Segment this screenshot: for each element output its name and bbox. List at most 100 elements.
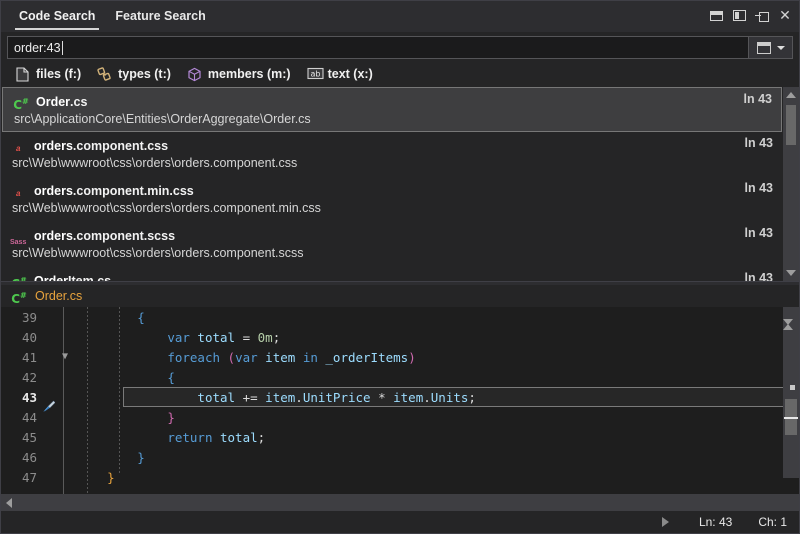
types-icon: [97, 67, 112, 82]
line-number-42: 42: [1, 370, 41, 385]
preview-pane: C# Order.cs 39 {40 var total = 0m; 41 ▼ fo…: [1, 285, 799, 511]
search-options-button[interactable]: [748, 37, 792, 58]
tab-code-search-label: Code Search: [19, 9, 95, 23]
code-search-window: Code Search Feature Search ✕ order:43: [0, 0, 800, 534]
css-icon: a: [11, 138, 27, 154]
scss-icon: Sass: [11, 228, 27, 244]
results-scrollbar[interactable]: [783, 87, 799, 281]
code-line-40: 40 var total = 0m;: [1, 327, 799, 347]
listbox-icon: [757, 42, 771, 54]
css-icon: a: [11, 183, 27, 199]
tab-code-search[interactable]: Code Search: [9, 1, 105, 32]
result-name-2: orders.component.min.css: [34, 184, 194, 198]
close-icon: ✕: [779, 10, 791, 22]
result-row-2[interactable]: a orders.component.min.css src\Web\wwwro…: [1, 177, 783, 222]
code-text-44: }: [73, 410, 175, 425]
line-number-45: 45: [1, 430, 41, 445]
filter-types-label: types (t:): [118, 67, 171, 81]
code-text-39: {: [73, 310, 145, 325]
editor-scrollbar[interactable]: [783, 307, 799, 478]
status-char: Ch: 1: [758, 515, 787, 529]
code-line-42: 42 {: [1, 367, 799, 387]
tab-feature-search[interactable]: Feature Search: [105, 1, 215, 32]
filter-bar: files (f:) types (t:) members (m:) ab te…: [1, 61, 799, 87]
status-line: Ln: 43: [699, 515, 732, 529]
result-name-4: OrderItem.cs: [34, 274, 111, 282]
code-line-47: 47 }: [1, 467, 799, 487]
window-controls: ✕: [708, 8, 793, 23]
triangle-up-icon: [786, 92, 796, 98]
filter-files[interactable]: files (f:): [15, 67, 81, 82]
play-icon: [662, 517, 669, 527]
hscroll-left-button[interactable]: [1, 498, 17, 508]
code-text-41: foreach (var item in _orderItems): [73, 350, 416, 365]
bookmark-icon: [42, 400, 55, 413]
line-number-44: 44: [1, 410, 41, 425]
line-number-39: 39: [1, 310, 41, 325]
line-number-47: 47: [1, 470, 41, 485]
search-results-list: C# Order.cs src\ApplicationCore\Entities…: [1, 87, 799, 281]
preview-header: C# Order.cs: [1, 285, 799, 307]
editor-scroll-down[interactable]: [783, 325, 799, 343]
filter-text[interactable]: ab text (x:): [307, 67, 373, 82]
window-titlebar: Code Search Feature Search ✕: [1, 1, 799, 32]
csharp-icon: C#: [11, 273, 27, 282]
result-line-2: ln 43: [745, 181, 774, 195]
filter-files-label: files (f:): [36, 67, 81, 81]
result-line-4: ln 43: [745, 271, 774, 281]
text-ab-icon: ab: [307, 67, 322, 82]
chevron-down-icon: [777, 46, 785, 50]
editor-horizontal-scrollbar[interactable]: [1, 494, 799, 511]
result-path-2: src\Web\wwwroot\css\orders\orders.compon…: [11, 201, 783, 215]
line-number-40: 40: [1, 330, 41, 345]
code-editor[interactable]: 39 {40 var total = 0m; 41 ▼ foreach (var i…: [1, 307, 799, 494]
pin-icon: [755, 10, 769, 22]
results-scroll-thumb[interactable]: [786, 105, 796, 145]
triangle-down-icon: [786, 270, 796, 276]
split-button[interactable]: [731, 8, 747, 23]
result-row-0[interactable]: C# Order.cs src\ApplicationCore\Entities…: [2, 87, 782, 132]
filter-text-label: text (x:): [328, 67, 373, 81]
csharp-icon: C#: [13, 94, 29, 110]
filter-members-label: members (m:): [208, 67, 291, 81]
search-input-value: order:43: [8, 41, 61, 55]
code-text-42: {: [73, 370, 175, 385]
result-name-3: orders.component.scss: [34, 229, 175, 243]
filter-types[interactable]: types (t:): [97, 67, 171, 82]
text-caret: [62, 41, 63, 55]
result-row-1[interactable]: a orders.component.css src\Web\wwwroot\c…: [1, 132, 783, 177]
search-input[interactable]: order:43: [7, 36, 793, 59]
code-text-45: return total;: [73, 430, 265, 445]
preview-title: Order.cs: [35, 289, 82, 303]
result-name-1: orders.component.css: [34, 139, 168, 153]
filter-members[interactable]: members (m:): [187, 67, 291, 82]
close-button[interactable]: ✕: [777, 8, 793, 23]
search-row: order:43: [1, 32, 799, 61]
line-number-41: 41: [1, 350, 41, 365]
status-bar: Ln: 43 Ch: 1: [1, 511, 799, 533]
svg-text:ab: ab: [310, 69, 320, 78]
caret-position-marker: [784, 417, 798, 419]
scroll-up-button[interactable]: [783, 87, 799, 103]
scroll-down-button[interactable]: [783, 265, 799, 281]
result-path-0: src\ApplicationCore\Entities\OrderAggreg…: [13, 112, 781, 126]
members-cube-icon: [187, 67, 202, 82]
code-area[interactable]: 39 {40 var total = 0m; 41 ▼ foreach (var i…: [1, 307, 799, 494]
code-text-43: total += item.UnitPrice * item.Units;: [73, 390, 476, 405]
pin-button[interactable]: [754, 8, 770, 23]
triangle-down-icon: [783, 319, 793, 342]
result-name-0: Order.cs: [36, 95, 87, 109]
csharp-icon: C#: [11, 288, 27, 304]
code-line-39: 39 {: [1, 307, 799, 327]
result-row-3[interactable]: Sass orders.component.scss src\Web\wwwro…: [1, 222, 783, 267]
triangle-left-icon: [6, 498, 12, 508]
split-icon: [733, 10, 746, 21]
result-row-4[interactable]: C# OrderItem.cs ln 43: [1, 267, 783, 281]
dock-button[interactable]: [708, 8, 724, 23]
result-line-1: ln 43: [745, 136, 774, 150]
code-text-47: }: [73, 470, 115, 485]
result-line-3: ln 43: [745, 226, 774, 240]
result-path-1: src\Web\wwwroot\css\orders\orders.compon…: [11, 156, 783, 170]
fold-toggle-41[interactable]: ▼: [57, 347, 73, 367]
code-text-46: }: [73, 450, 145, 465]
